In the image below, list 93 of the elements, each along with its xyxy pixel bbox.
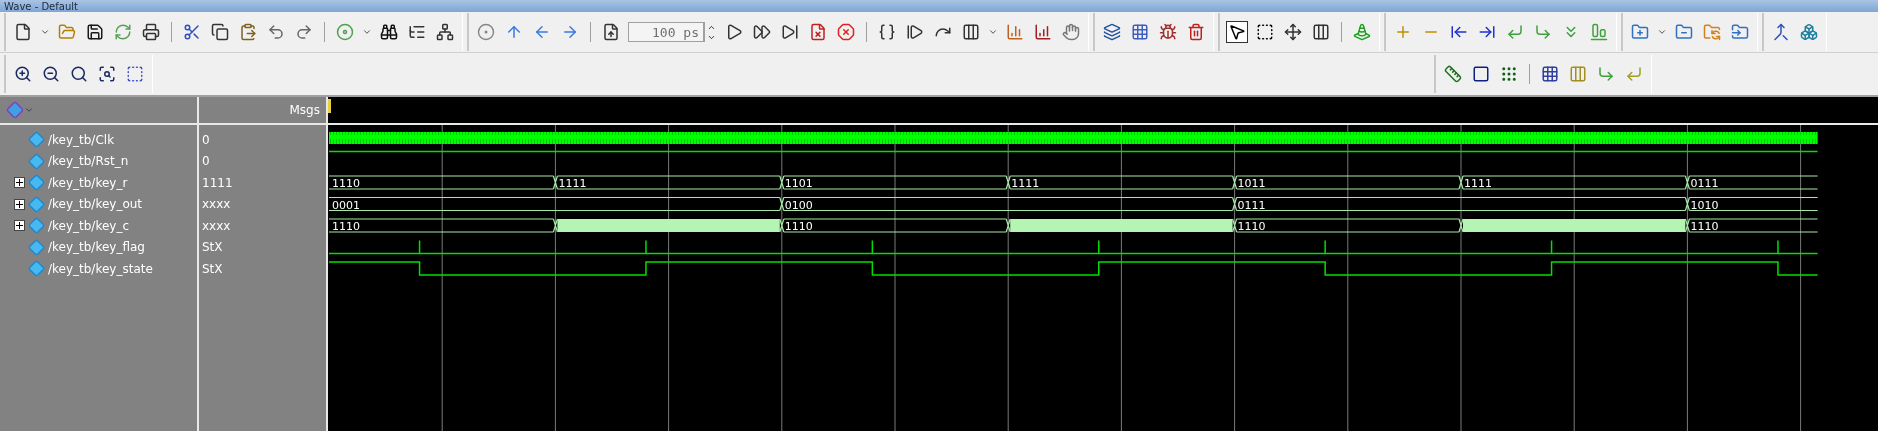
network-icon[interactable] xyxy=(436,23,454,41)
redo-icon[interactable] xyxy=(295,23,313,41)
clipboard-icon[interactable] xyxy=(239,23,257,41)
signal-icon xyxy=(28,260,45,278)
signal-value: 0 xyxy=(202,154,210,169)
undo-icon[interactable] xyxy=(267,23,285,41)
document-icon[interactable] xyxy=(602,23,620,41)
signal-value: 1111 xyxy=(202,175,233,190)
bar-chart-icon[interactable] xyxy=(1006,23,1024,41)
bus-value: 1011 xyxy=(1237,177,1266,190)
hand-icon[interactable] xyxy=(1062,23,1080,41)
signal-value: StX xyxy=(202,240,223,255)
run-icon[interactable] xyxy=(725,23,743,41)
pattern-icon[interactable] xyxy=(1541,65,1559,83)
pointer-icon[interactable] xyxy=(1228,23,1246,41)
signal-name[interactable]: /key_tb/Clk xyxy=(48,132,115,147)
next-cursor-icon[interactable] xyxy=(1478,23,1496,41)
folder-input-icon[interactable] xyxy=(1731,23,1749,41)
signal-icon xyxy=(28,152,45,170)
signal-name[interactable]: /key_tb/key_state xyxy=(48,261,153,276)
copy-icon[interactable] xyxy=(211,23,229,41)
signal-icon xyxy=(28,217,45,235)
file-icon[interactable] xyxy=(14,23,32,41)
bug-icon[interactable] xyxy=(1159,23,1177,41)
signal-value: 0 xyxy=(202,132,210,147)
grid-icon[interactable] xyxy=(1131,23,1149,41)
scissors-icon[interactable] xyxy=(183,23,201,41)
bus-value: 1110 xyxy=(1690,220,1719,233)
window-title: Wave - Default xyxy=(4,0,78,12)
caret-icon[interactable] xyxy=(1657,27,1667,37)
messages-header: Msgs xyxy=(289,103,320,117)
save-icon[interactable] xyxy=(86,23,104,41)
merge-icon[interactable] xyxy=(1772,23,1790,41)
folder-plus-icon[interactable] xyxy=(1631,23,1649,41)
folder-icon[interactable] xyxy=(58,23,76,41)
bus-value: 1101 xyxy=(784,177,813,190)
list-tree-icon[interactable] xyxy=(408,23,426,41)
continue-icon[interactable] xyxy=(753,23,771,41)
bar-chart-icon[interactable] xyxy=(1034,23,1052,41)
signal-icon xyxy=(28,195,45,213)
run-all-icon[interactable] xyxy=(781,23,799,41)
ruler-icon[interactable] xyxy=(1444,65,1462,83)
layers-icon[interactable] xyxy=(1103,23,1121,41)
cursor-marker-icon[interactable] xyxy=(328,99,332,113)
signal-name[interactable]: /key_tb/key_flag xyxy=(48,240,145,255)
signal-value: xxxx xyxy=(202,218,231,233)
bus-value: 1110 xyxy=(332,177,360,190)
bus-value: 1010 xyxy=(1690,198,1719,212)
delete-icon[interactable] xyxy=(1187,23,1205,41)
bus-value: 1111 xyxy=(1011,177,1040,190)
bus-value: 0100 xyxy=(784,198,813,212)
folder-minus-icon[interactable] xyxy=(1675,23,1693,41)
columns-icon[interactable] xyxy=(1312,23,1330,41)
bus-value: 1111 xyxy=(558,177,587,190)
print-icon[interactable] xyxy=(142,23,160,41)
bus-value: 1111 xyxy=(1464,177,1492,190)
stop-icon[interactable] xyxy=(837,23,855,41)
signal-name[interactable]: /key_tb/Rst_n xyxy=(48,154,129,169)
previous-cursor-icon[interactable] xyxy=(1450,23,1468,41)
expand-toggle[interactable] xyxy=(14,198,25,210)
bus-value: 1110 xyxy=(784,220,813,233)
move-icon[interactable] xyxy=(1284,23,1302,41)
binoculars-icon[interactable] xyxy=(380,23,398,41)
signal-value: xxxx xyxy=(202,197,231,212)
signal-name[interactable]: /key_tb/key_r xyxy=(48,175,128,190)
signal-name[interactable]: /key_tb/key_out xyxy=(48,197,143,212)
signal-value: StX xyxy=(202,261,223,276)
refresh-icon[interactable] xyxy=(114,23,132,41)
expand-toggle[interactable] xyxy=(14,177,25,189)
run-length-field[interactable]: 100 ps xyxy=(628,22,704,42)
signal-icon xyxy=(28,131,45,149)
disc-icon[interactable] xyxy=(336,23,354,41)
zoom-out-icon[interactable] xyxy=(42,65,60,83)
bus-value: 0001 xyxy=(332,198,360,212)
bus-value: 1110 xyxy=(332,220,360,233)
bus-value: 0111 xyxy=(1690,177,1719,190)
bus-value: 0111 xyxy=(1237,198,1266,212)
zoom-full-icon[interactable] xyxy=(70,65,88,83)
signal-icon xyxy=(28,238,45,256)
boxes-icon[interactable] xyxy=(1800,23,1818,41)
folder-sync-icon[interactable] xyxy=(1703,23,1721,41)
zoom-in-icon[interactable] xyxy=(14,65,32,83)
column-icon[interactable] xyxy=(1569,65,1587,83)
zoom-box-icon[interactable] xyxy=(1256,23,1274,41)
signal-name[interactable]: /key_tb/key_c xyxy=(48,218,130,233)
bus-value: 1110 xyxy=(1237,220,1266,233)
signal-icon xyxy=(28,174,45,192)
caret-icon[interactable] xyxy=(988,27,998,37)
caret-icon[interactable] xyxy=(362,27,372,37)
expand-toggle[interactable] xyxy=(14,220,25,232)
arrow-right-icon[interactable] xyxy=(561,23,579,41)
caret-icon[interactable] xyxy=(40,27,50,37)
zoom-cursor-icon[interactable] xyxy=(98,65,116,83)
